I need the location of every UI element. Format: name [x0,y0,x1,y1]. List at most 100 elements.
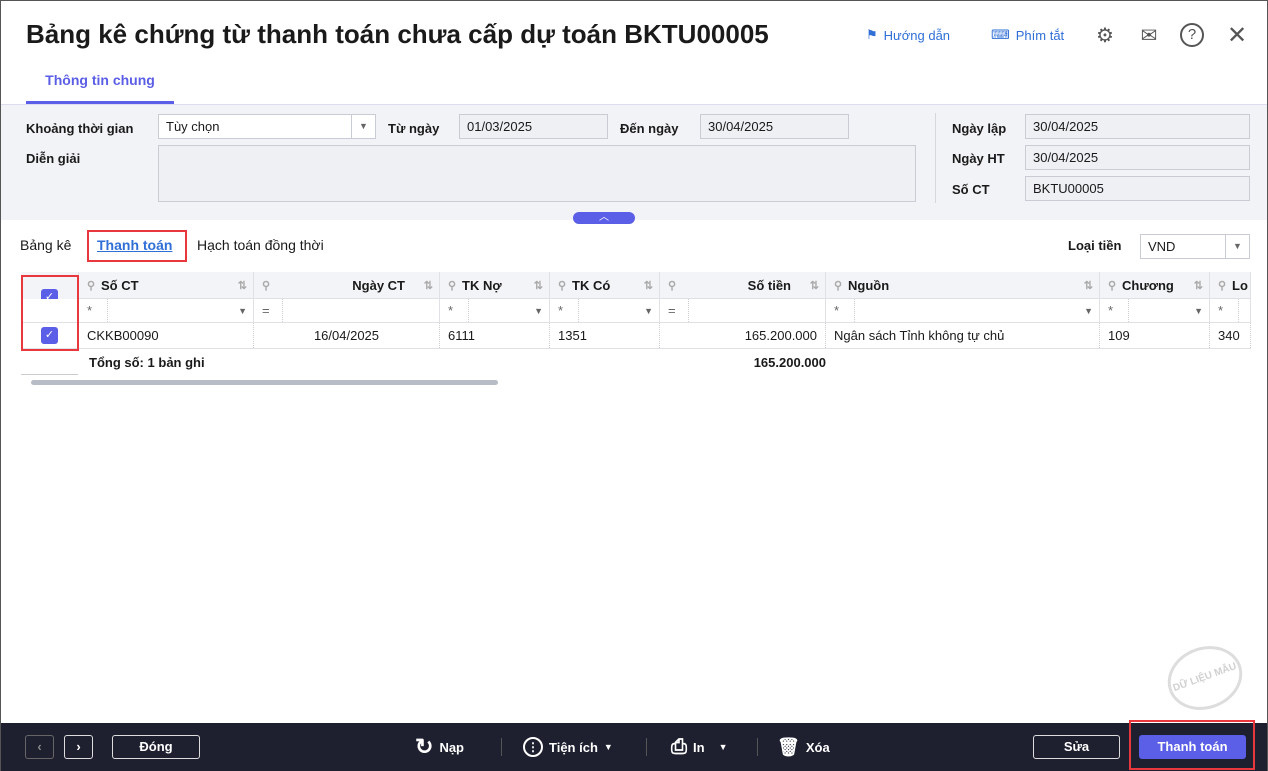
guide-link[interactable]: ⚑ Hướng dẫn [866,27,950,43]
chevron-down-icon: ▼ [351,115,375,138]
chevron-down-icon: ▼ [1084,305,1093,316]
column-header[interactable]: ⚲ Chương ⇅ [1100,272,1210,298]
to-date-label: Đến ngày [620,121,679,136]
posting-date-label: Ngày HT [952,151,1005,166]
total-amount: 165.200.000 [753,355,826,370]
column-header[interactable]: ⚲ Lo [1210,272,1251,298]
column-header[interactable]: ⚲ Nguồn ⇅ [826,272,1100,298]
column-filter[interactable]: * [1210,299,1251,322]
caret-down-icon: ▼ [718,742,728,752]
column-filter[interactable]: * ▼ [550,299,660,322]
column-filter[interactable]: * ▼ [440,299,550,322]
column-header[interactable]: ⚲ TK Có ⇅ [550,272,660,298]
table-cell: 16/04/2025 [254,323,440,348]
currency-label: Loại tiền [1068,238,1122,253]
subtab-list[interactable]: Bảng kê [20,237,71,253]
description-input[interactable] [158,145,916,202]
reload-button[interactable]: ↻ Nạp [415,734,464,759]
help-icon[interactable]: ? [1180,23,1204,47]
chevron-down-icon: ▼ [534,305,543,316]
table-cell: Ngân sách Tỉnh không tự chủ [826,323,1100,348]
gear-icon[interactable]: ⚙ [1092,23,1118,49]
shortcuts-link[interactable]: ⌨ Phím tắt [991,27,1064,43]
caret-down-icon: ▼ [603,742,613,752]
from-date-input[interactable]: 01/03/2025 [459,114,608,139]
chevron-left-icon: ‹ [37,739,42,754]
pin-icon[interactable]: ⚲ [558,279,566,292]
sort-icon[interactable]: ⇅ [534,279,543,292]
edit-button[interactable]: Sửa [1033,735,1120,759]
sample-data-watermark: DỮ LIỆU MẪU [1158,635,1252,721]
period-label: Khoảng thời gian [26,121,134,136]
refresh-icon: ↻ [415,734,434,759]
column-header[interactable]: ⚲ Số CT ⇅ [79,272,254,298]
divider [935,113,936,203]
general-info-form: Khoảng thời gian Tùy chọn ▼ Từ ngày 01/03… [1,104,1267,220]
column-filter[interactable]: * ▼ [1100,299,1210,322]
pin-icon[interactable]: ⚲ [1218,279,1226,292]
horizontal-scrollbar[interactable] [31,380,498,385]
sort-icon[interactable]: ⇅ [238,279,247,292]
pay-highlight-box [1129,720,1255,770]
chevron-down-icon: ▼ [644,305,653,316]
pin-icon[interactable]: ⚲ [262,279,270,292]
keyboard-icon: ⌨ [991,27,1010,42]
column-filter[interactable]: = [660,299,826,322]
doc-number-input[interactable]: BKTU00005 [1025,176,1250,201]
description-label: Diễn giải [26,151,81,166]
collapse-button[interactable]: ︿ [573,212,635,224]
created-date-input[interactable]: 30/04/2025 [1025,114,1250,139]
next-button[interactable]: › [64,735,93,759]
pin-icon[interactable]: ⚲ [87,279,95,292]
currency-select[interactable]: VND ▼ [1140,234,1250,259]
table-cell: 340 [1210,323,1251,348]
prev-button[interactable]: ‹ [25,735,54,759]
pin-icon[interactable]: ⚲ [1108,279,1116,292]
sort-icon[interactable]: ⇅ [424,279,433,292]
subtab-concurrent-accounting[interactable]: Hạch toán đồng thời [197,237,324,253]
table-row[interactable]: ✓ CKKB00090 16/04/2025 6111 1351 165.200.000 N… [21,323,1251,349]
created-date-label: Ngày lập [952,121,1007,136]
info-icon: ⋮ [523,737,543,757]
mail-icon[interactable]: ✉ [1136,23,1162,49]
subtab-payment[interactable]: Thanh toán [97,237,172,253]
chevron-down-icon: ▼ [1194,305,1203,316]
utilities-button[interactable]: ⋮ Tiện ích ▼ [523,735,613,759]
table-cell: 165.200.000 [660,323,826,348]
table-cell: 6111 [440,323,550,348]
print-button[interactable]: ⎙ In ▼ [671,735,727,759]
sort-icon[interactable]: ⇅ [1084,279,1093,292]
posting-date-input[interactable]: 30/04/2025 [1025,145,1250,170]
printer-icon: ⎙ [671,735,687,758]
doc-number-label: Số CT [952,182,990,197]
table-cell: 1351 [550,323,660,348]
to-date-input[interactable]: 30/04/2025 [700,114,849,139]
sort-icon[interactable]: ⇅ [1194,279,1203,292]
tab-general-info[interactable]: Thông tin chung [26,71,174,104]
trash-icon: 🗑 [777,736,800,757]
close-button[interactable]: Đóng [112,735,200,759]
column-header[interactable]: ⚲ Ngày CT ⇅ [254,272,440,298]
sort-icon[interactable]: ⇅ [810,279,819,292]
column-filter[interactable]: * ▼ [79,299,254,322]
close-icon[interactable]: ✕ [1224,23,1250,49]
period-select[interactable]: Tùy chọn ▼ [158,114,376,139]
chevron-down-icon: ▼ [1225,235,1249,258]
sort-icon[interactable]: ⇅ [644,279,653,292]
pin-icon[interactable]: ⚲ [668,279,676,292]
pin-icon[interactable]: ⚲ [834,279,842,292]
pin-icon[interactable]: ⚲ [448,279,456,292]
column-filter[interactable]: = [254,299,440,322]
column-header[interactable]: ⚲ TK Nợ ⇅ [440,272,550,298]
from-date-label: Từ ngày [388,121,440,136]
chevron-up-icon: ︿ [599,212,609,223]
checkbox-highlight-box [21,275,79,351]
table-cell: 109 [1100,323,1210,348]
chevron-right-icon: › [76,739,81,754]
delete-button[interactable]: 🗑 Xóa [777,735,830,759]
column-filter[interactable]: * ▼ [826,299,1100,322]
column-header[interactable]: ⚲ Số tiền ⇅ [660,272,826,298]
chevron-down-icon: ▼ [238,305,247,316]
signpost-icon: ⚑ [866,27,878,42]
total-records: Tổng số: 1 bản ghi [89,355,205,370]
